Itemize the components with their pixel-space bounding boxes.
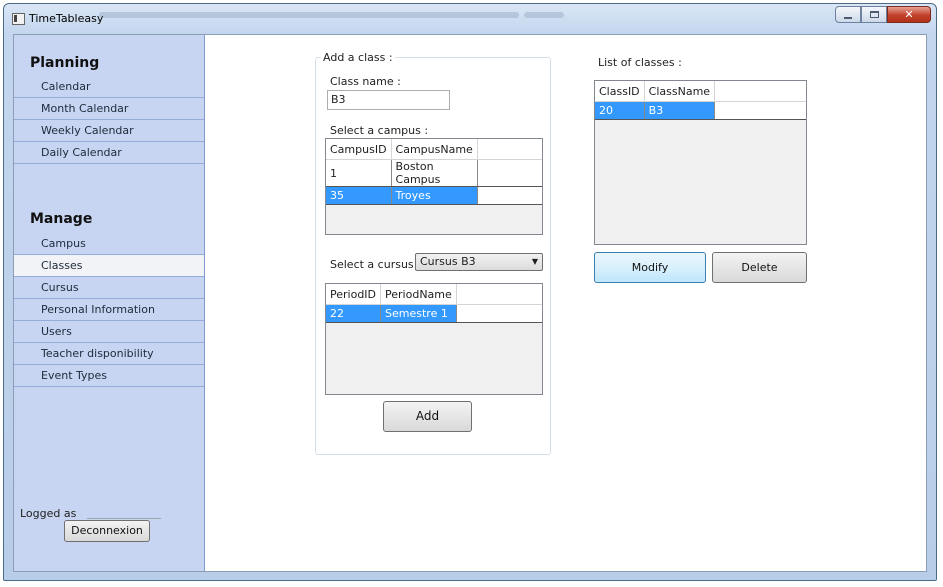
cursus-label: Select a cursus : xyxy=(330,258,421,271)
delete-button[interactable]: Delete xyxy=(712,252,807,283)
close-icon: ✕ xyxy=(904,8,914,21)
app-window: TimeTableasy ✕ Planning Calendar Month C… xyxy=(3,3,937,581)
row-filler xyxy=(477,186,542,205)
class-name-label: Class name : xyxy=(330,75,401,88)
campus-grid[interactable]: CampusID CampusName 1 Boston Campus 35 T… xyxy=(325,138,543,235)
class-name-input[interactable]: B3 xyxy=(327,90,450,110)
minimize-icon xyxy=(844,16,852,19)
column-header[interactable]: ClassName xyxy=(644,81,716,102)
planning-nav: Calendar Month Calendar Weekly Calendar … xyxy=(14,76,204,164)
sidebar-item-classes[interactable]: Classes xyxy=(14,255,204,277)
list-classes-title: List of classes : xyxy=(598,56,682,69)
classes-grid-header: ClassID ClassName xyxy=(595,81,806,102)
cell-period-name: Semestre 1 xyxy=(380,304,457,323)
planning-title: Planning xyxy=(30,55,100,71)
sidebar-item-event-types[interactable]: Event Types xyxy=(14,365,204,387)
window-controls: ✕ xyxy=(835,6,931,23)
logged-as-label: Logged as xyxy=(20,507,77,520)
cursus-select[interactable]: Cursus B3 ▼ xyxy=(415,253,543,271)
logout-button[interactable]: Deconnexion xyxy=(64,520,150,542)
sidebar-item-cursus[interactable]: Cursus xyxy=(14,277,204,299)
row-filler xyxy=(477,159,542,187)
sidebar-item-teacher-disponibility[interactable]: Teacher disponibility xyxy=(14,343,204,365)
sidebar-item-calendar[interactable]: Calendar xyxy=(14,76,204,98)
sidebar: Planning Calendar Month Calendar Weekly … xyxy=(14,35,205,571)
classes-grid[interactable]: ClassID ClassName 20 B3 xyxy=(594,80,807,245)
cursus-select-value: Cursus B3 xyxy=(420,255,476,268)
window-title: TimeTableasy xyxy=(29,12,104,25)
row-filler xyxy=(714,101,806,120)
table-row-selected[interactable]: 35 Troyes xyxy=(326,186,542,205)
modify-button[interactable]: Modify xyxy=(594,252,706,283)
table-row-selected[interactable]: 22 Semestre 1 xyxy=(326,304,542,323)
cell-campus-id: 35 xyxy=(326,186,392,205)
table-row-selected[interactable]: 20 B3 xyxy=(595,101,806,120)
minimize-button[interactable] xyxy=(835,6,861,23)
blurred-background xyxy=(524,12,564,18)
sidebar-item-daily-calendar[interactable]: Daily Calendar xyxy=(14,142,204,164)
row-filler xyxy=(456,304,542,323)
add-button[interactable]: Add xyxy=(383,401,472,432)
title-bar[interactable]: TimeTableasy ✕ xyxy=(4,4,936,34)
column-header[interactable]: CampusName xyxy=(391,139,478,160)
campus-grid-header: CampusID CampusName xyxy=(326,139,542,160)
campus-label: Select a campus : xyxy=(330,124,429,137)
cell-campus-name: Troyes xyxy=(391,186,478,205)
close-button[interactable]: ✕ xyxy=(887,6,931,23)
add-class-group-title: Add a class : xyxy=(321,51,395,64)
chevron-down-icon: ▼ xyxy=(531,257,538,266)
cell-class-id: 20 xyxy=(595,101,645,120)
column-header[interactable]: ClassID xyxy=(595,81,645,102)
period-grid[interactable]: PeriodID PeriodName 22 Semestre 1 xyxy=(325,283,543,395)
logged-user-value xyxy=(87,518,161,519)
header-filler xyxy=(456,284,542,305)
sidebar-item-users[interactable]: Users xyxy=(14,321,204,343)
client-area: Planning Calendar Month Calendar Weekly … xyxy=(13,34,927,572)
column-header[interactable]: PeriodID xyxy=(326,284,382,305)
sidebar-item-personal-information[interactable]: Personal Information xyxy=(14,299,204,321)
cell-class-name: B3 xyxy=(644,101,716,120)
maximize-icon xyxy=(869,11,879,18)
sidebar-item-weekly-calendar[interactable]: Weekly Calendar xyxy=(14,120,204,142)
table-row[interactable]: 1 Boston Campus xyxy=(326,159,542,187)
column-header[interactable]: PeriodName xyxy=(380,284,457,305)
manage-title: Manage xyxy=(30,211,93,227)
blurred-background xyxy=(99,12,519,18)
header-filler xyxy=(477,139,542,160)
app-window-icon xyxy=(12,13,25,25)
maximize-button[interactable] xyxy=(861,6,887,23)
sidebar-item-campus[interactable]: Campus xyxy=(14,233,204,255)
sidebar-item-month-calendar[interactable]: Month Calendar xyxy=(14,98,204,120)
cell-period-id: 22 xyxy=(326,304,382,323)
cell-campus-id: 1 xyxy=(326,159,392,187)
header-filler xyxy=(714,81,806,102)
manage-nav: Campus Classes Cursus Personal Informati… xyxy=(14,233,204,387)
column-header[interactable]: CampusID xyxy=(326,139,392,160)
period-grid-header: PeriodID PeriodName xyxy=(326,284,542,305)
cell-campus-name: Boston Campus xyxy=(391,159,478,187)
